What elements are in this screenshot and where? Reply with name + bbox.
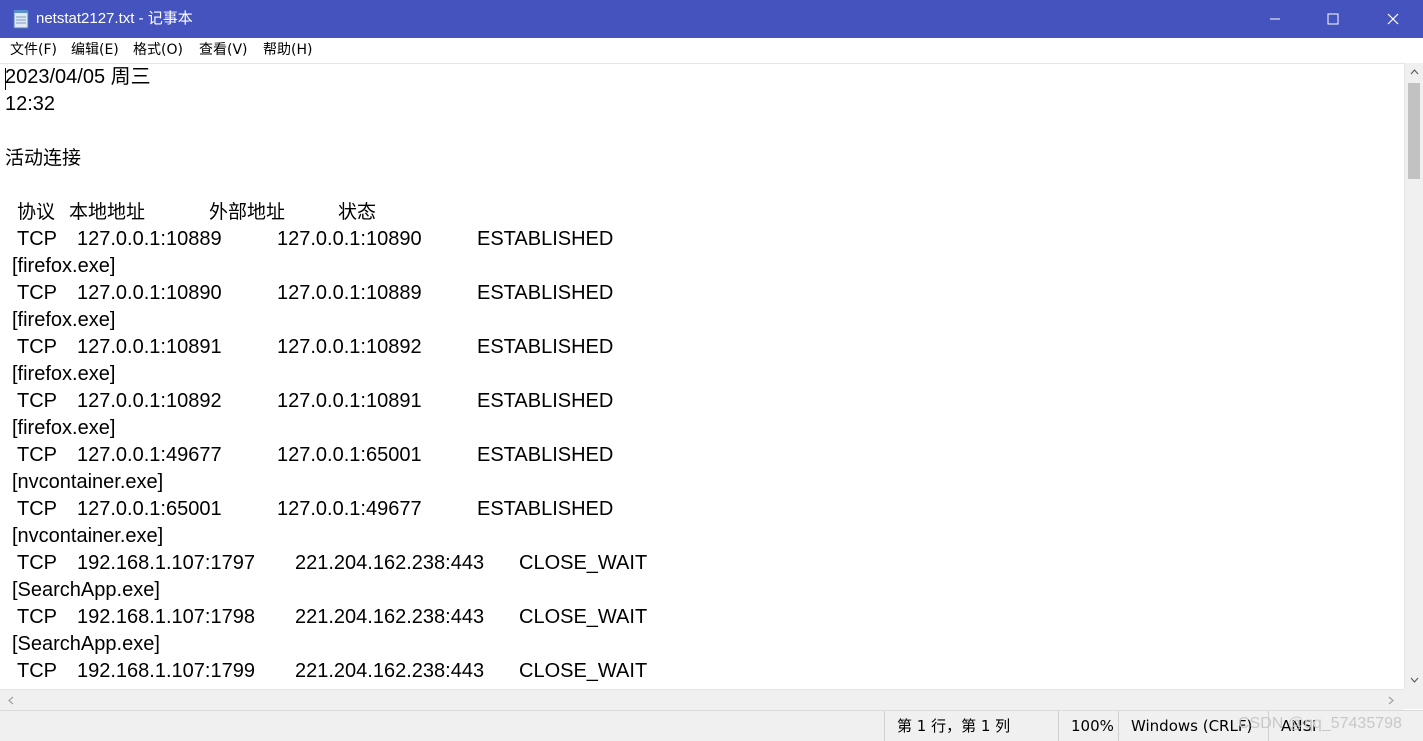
watermark-text: CSDN @qq_57435798 (1238, 715, 1402, 732)
chevron-left-icon (8, 696, 14, 704)
connection-local: 127.0.0.1:10892 (77, 390, 222, 412)
connection-state: CLOSE_WAIT (519, 606, 648, 628)
menu-edit[interactable]: 编辑(E) (69, 38, 121, 62)
scrollbar-corner (1404, 689, 1423, 709)
connection-local: 192.168.1.107:1799 (77, 660, 255, 682)
close-icon (1387, 13, 1399, 25)
connection-state: ESTABLISHED (477, 228, 614, 250)
connection-process: [nvcontainer.exe] (12, 525, 164, 547)
connection-foreign: 221.204.162.238:443 (295, 606, 485, 628)
connection-local: 127.0.0.1:10889 (77, 228, 222, 250)
minimize-button[interactable] (1246, 0, 1304, 38)
connection-process: [firefox.exe] (12, 417, 116, 439)
chevron-up-icon (1410, 69, 1419, 75)
menu-format[interactable]: 格式(O) (131, 38, 185, 62)
window-title: netstat2127.txt - 记事本 (36, 10, 193, 27)
connection-state: CLOSE_WAIT (519, 660, 648, 682)
connection-local: 192.168.1.107:1798 (77, 606, 255, 628)
connection-process: [firefox.exe] (12, 363, 116, 385)
connection-state: ESTABLISHED (477, 390, 614, 412)
connection-process: [firefox.exe] (12, 255, 116, 277)
status-bar: 第 1 行，第 1 列 100% Windows (CRLF) ANSI CSD… (0, 710, 1423, 741)
connection-state: ESTABLISHED (477, 444, 614, 466)
connection-local: 192.168.1.107:1797 (77, 552, 255, 574)
connection-foreign: 127.0.0.1:49677 (277, 498, 422, 520)
minimize-icon (1270, 18, 1280, 20)
header-proto: 协议 (17, 201, 56, 223)
connection-foreign: 221.204.162.238:443 (295, 552, 485, 574)
connection-local: 127.0.0.1:49677 (77, 444, 222, 466)
chevron-right-icon (1388, 696, 1394, 704)
header-state: 状态 (338, 201, 377, 223)
menu-help[interactable]: 帮助(H) (261, 38, 314, 62)
text-editor[interactable]: 2023/04/05 周三 12:32 活动连接 协议 本地地址 外部地址 状态… (0, 63, 1404, 690)
vertical-scrollbar[interactable] (1404, 63, 1423, 689)
menu-bar: 文件(F) 编辑(E) 格式(O) 查看(V) 帮助(H) (0, 38, 1423, 62)
connection-process: [nvcontainer.exe] (12, 471, 164, 493)
connection-state: ESTABLISHED (477, 282, 614, 304)
connection-proto: TCP (17, 282, 57, 304)
connection-proto: TCP (17, 660, 57, 682)
time-line: 12:32 (5, 93, 56, 115)
connection-foreign: 127.0.0.1:10889 (277, 282, 422, 304)
zoom-level: 100% (1058, 711, 1118, 741)
maximize-button[interactable] (1304, 0, 1362, 38)
connection-state: ESTABLISHED (477, 336, 614, 358)
connection-process: [SearchApp.exe] (12, 579, 160, 601)
connection-state: ESTABLISHED (477, 498, 614, 520)
connection-foreign: 221.204.162.238:443 (295, 660, 485, 682)
connection-proto: TCP (17, 390, 57, 412)
notepad-icon (13, 10, 29, 29)
cursor-position: 第 1 行，第 1 列 (884, 711, 1058, 741)
connection-foreign: 127.0.0.1:65001 (277, 444, 422, 466)
vertical-scroll-thumb[interactable] (1408, 83, 1420, 179)
connection-foreign: 127.0.0.1:10890 (277, 228, 422, 250)
connection-proto: TCP (17, 606, 57, 628)
scroll-down-arrow[interactable] (1405, 671, 1423, 689)
connection-foreign: 127.0.0.1:10892 (277, 336, 422, 358)
scroll-right-arrow[interactable] (1382, 690, 1400, 710)
chevron-down-icon (1410, 677, 1419, 683)
connection-proto: TCP (17, 336, 57, 358)
scroll-left-arrow[interactable] (2, 690, 20, 710)
connection-proto: TCP (17, 444, 57, 466)
connection-proto: TCP (17, 228, 57, 250)
connection-local: 127.0.0.1:10890 (77, 282, 222, 304)
connection-local: 127.0.0.1:10891 (77, 336, 222, 358)
connection-proto: TCP (17, 498, 57, 520)
scroll-up-arrow[interactable] (1405, 63, 1423, 81)
menu-file[interactable]: 文件(F) (8, 38, 59, 62)
close-button[interactable] (1363, 0, 1423, 38)
maximize-icon (1327, 13, 1339, 25)
connection-state: CLOSE_WAIT (519, 552, 648, 574)
header-local: 本地地址 (69, 201, 146, 223)
connection-process: [SearchApp.exe] (12, 633, 160, 655)
connection-process: [firefox.exe] (12, 309, 116, 331)
horizontal-scrollbar[interactable] (0, 689, 1404, 710)
title-bar[interactable]: netstat2127.txt - 记事本 (0, 0, 1423, 38)
section-title: 活动连接 (5, 147, 82, 169)
date-line: 2023/04/05 周三 (5, 66, 151, 88)
menu-view[interactable]: 查看(V) (197, 38, 250, 62)
connection-foreign: 127.0.0.1:10891 (277, 390, 422, 412)
header-foreign: 外部地址 (209, 201, 286, 223)
connection-local: 127.0.0.1:65001 (77, 498, 222, 520)
connection-proto: TCP (17, 552, 57, 574)
